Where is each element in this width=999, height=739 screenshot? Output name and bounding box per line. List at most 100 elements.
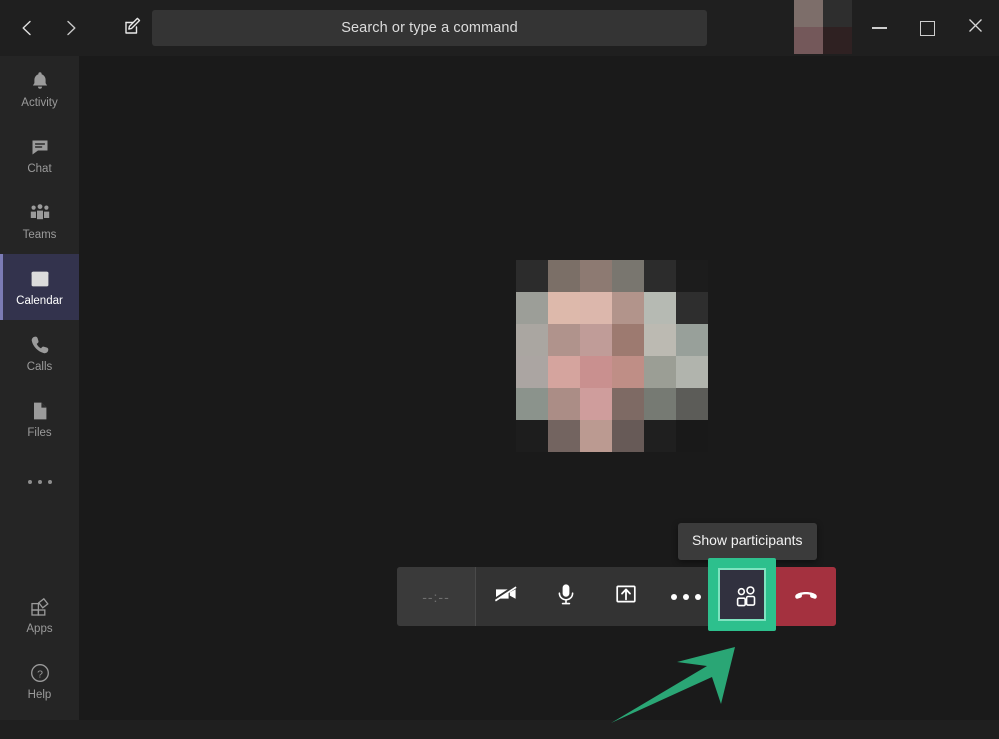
pixelated-participant-video — [516, 260, 708, 452]
window-controls — [855, 0, 999, 56]
forward-button[interactable] — [54, 11, 88, 45]
video-pixel-block — [612, 260, 644, 292]
video-pixel-block — [516, 420, 548, 452]
camera-off-button[interactable] — [476, 567, 536, 626]
tooltip-show-participants: Show participants — [678, 523, 817, 567]
video-pixel-block — [548, 292, 580, 324]
video-pixel-block — [580, 260, 612, 292]
more-actions-button[interactable] — [656, 567, 716, 626]
call-control-bar: --:-- — [397, 558, 836, 631]
more-ellipsis-icon — [47, 480, 52, 484]
video-pixel-block — [580, 292, 612, 324]
video-pixel-block — [612, 420, 644, 452]
sidebar-item-apps[interactable]: Apps — [0, 582, 79, 648]
video-pixel-block — [676, 292, 708, 324]
search-input[interactable]: Search or type a command — [152, 10, 707, 46]
video-pixel-block — [644, 324, 676, 356]
video-pixel-block — [644, 260, 676, 292]
video-pixel-block — [644, 420, 676, 452]
video-pixel-block — [516, 260, 548, 292]
video-pixel-block — [676, 356, 708, 388]
apps-grid-icon — [27, 594, 53, 620]
close-button[interactable] — [951, 0, 999, 56]
more-ellipsis-icon — [671, 593, 701, 600]
help-question-icon: ? — [27, 660, 53, 686]
green-pointer-arrow — [611, 647, 735, 723]
video-pixel-block — [548, 420, 580, 452]
video-pixel-block — [644, 356, 676, 388]
sidebar-item-files[interactable]: Files — [0, 386, 79, 452]
video-pixel-block — [548, 356, 580, 388]
sidebar-item-teams[interactable]: Teams — [0, 188, 79, 254]
microphone-icon — [552, 580, 580, 613]
video-pixel-block — [612, 324, 644, 356]
avatar-pixel-block — [823, 27, 852, 54]
more-ellipsis-icon — [37, 480, 42, 484]
left-navigation-rail: Activity Chat Teams Calendar Calls Files… — [0, 56, 79, 720]
sidebar-item-label: Files — [27, 427, 52, 439]
video-pixel-block — [612, 292, 644, 324]
teams-people-icon — [27, 200, 53, 226]
avatar-pixel-block — [823, 0, 852, 27]
meeting-stage: Show participants --:-- — [79, 56, 999, 723]
show-participants-button[interactable] — [708, 558, 776, 631]
navigation-arrows — [10, 11, 88, 45]
sidebar-item-label: Calls — [26, 361, 53, 373]
calendar-icon — [27, 266, 53, 292]
sidebar-item-chat[interactable]: Chat — [0, 122, 79, 188]
call-duration-text: --:-- — [422, 588, 450, 605]
avatar-pixel-block — [794, 27, 823, 54]
sidebar-item-calendar[interactable]: Calendar — [0, 254, 79, 320]
sidebar-item-label: Chat — [27, 163, 52, 175]
sidebar-item-label: Help — [27, 689, 52, 701]
video-pixel-block — [612, 388, 644, 420]
svg-text:?: ? — [37, 668, 43, 680]
share-screen-button[interactable] — [596, 567, 656, 626]
compose-new-chat-button[interactable] — [116, 11, 150, 45]
video-pixel-block — [548, 388, 580, 420]
more-ellipsis-icon — [27, 480, 32, 484]
video-pixel-block — [580, 356, 612, 388]
back-button[interactable] — [10, 11, 44, 45]
video-pixel-block — [548, 260, 580, 292]
share-screen-icon — [612, 580, 640, 613]
chat-bubble-icon — [27, 134, 53, 160]
avatar[interactable] — [794, 0, 852, 54]
sidebar-item-label: Activity — [21, 97, 58, 109]
sidebar-bottom-group: Apps ? Help — [0, 582, 79, 714]
video-pixel-block — [612, 356, 644, 388]
video-pixel-block — [676, 260, 708, 292]
search-placeholder-text: Search or type a command — [341, 20, 518, 36]
sidebar-item-calls[interactable]: Calls — [0, 320, 79, 386]
video-pixel-block — [580, 420, 612, 452]
sidebar-item-activity[interactable]: Activity — [0, 56, 79, 122]
maximize-icon — [919, 20, 935, 36]
minimize-icon — [871, 27, 887, 29]
close-icon — [968, 18, 983, 38]
people-participants-icon — [732, 583, 760, 611]
minimize-button[interactable] — [855, 0, 903, 56]
video-pixel-block — [516, 356, 548, 388]
hangup-phone-icon — [791, 579, 821, 614]
video-pixel-block — [580, 324, 612, 356]
video-pixel-block — [644, 292, 676, 324]
title-bar: Search or type a command — [0, 0, 999, 56]
tooltip-text: Show participants — [692, 532, 803, 548]
sidebar-item-label: Teams — [22, 229, 57, 241]
microphone-button[interactable] — [536, 567, 596, 626]
call-duration-timer: --:-- — [397, 567, 476, 626]
video-pixel-block — [580, 388, 612, 420]
video-pixel-block — [548, 324, 580, 356]
phone-icon — [27, 332, 53, 358]
video-pixel-block — [676, 388, 708, 420]
avatar-pixel-block — [794, 0, 823, 27]
camera-off-icon — [491, 579, 521, 614]
hangup-button[interactable] — [776, 567, 836, 626]
video-pixel-block — [676, 324, 708, 356]
chevron-left-icon — [17, 18, 37, 38]
maximize-button[interactable] — [903, 0, 951, 56]
sidebar-item-help[interactable]: ? Help — [0, 648, 79, 714]
video-pixel-block — [516, 388, 548, 420]
video-pixel-block — [644, 388, 676, 420]
sidebar-more-button[interactable] — [0, 452, 79, 512]
